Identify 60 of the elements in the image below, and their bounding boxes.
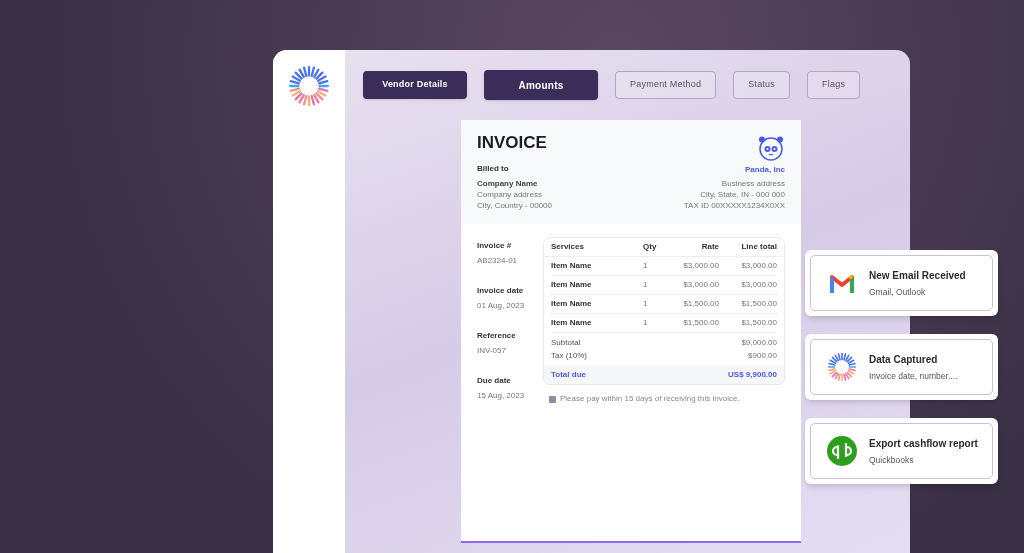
table-cell-text: 1 — [643, 260, 649, 272]
table-cell-text: 1 — [643, 279, 649, 291]
notification-subtitle: Quickbooks — [869, 453, 915, 467]
detail-value: INV-057 — [477, 345, 507, 357]
column-header: Rate — [700, 241, 719, 253]
table-cell-text: $3,000.00 — [682, 279, 719, 291]
invoice-title: INVOICE — [477, 134, 548, 151]
table-cell-text: Item Name — [551, 317, 593, 329]
notification-subtitle: Invoice date, number.... — [869, 369, 958, 383]
vendor-line: Business address — [721, 178, 785, 189]
total-label: Total due — [551, 368, 586, 381]
notification-title: Data Captured — [869, 352, 939, 367]
table-cell-text: $3,000.00 — [740, 279, 777, 291]
column-header: Line total — [740, 241, 777, 253]
detail-label: Due date — [477, 375, 512, 387]
logo-icon — [288, 65, 330, 107]
table-cell-text: Item Name — [551, 298, 593, 310]
sunburst-icon — [827, 352, 857, 382]
detail-label: Invoice # — [477, 240, 513, 252]
vendor-name: Panda, Inc — [745, 164, 785, 176]
billed-to-line: Company Name — [477, 178, 539, 189]
qb-logo-icon — [827, 436, 857, 466]
table-cell-text: Item Name — [551, 279, 593, 291]
table-cell-text: $1,500.00 — [682, 317, 719, 329]
table-cell-text: $3,000.00 — [682, 260, 719, 272]
notification-subtitle: Gmail, Outlook — [869, 285, 927, 299]
detail-value: 01 Aug, 2023 — [477, 300, 526, 312]
billed-to-line: Company address — [477, 189, 543, 200]
payment-note: Please pay within 15 days of receiving this invoice. — [560, 393, 740, 405]
detail-label: Reference — [477, 330, 517, 342]
table-cell-text: 1 — [643, 298, 649, 310]
vendor-line: TAX ID 00XXXXX1234X0XX — [683, 200, 785, 211]
column-header: Services — [551, 241, 585, 253]
panda-logo-icon — [757, 134, 785, 162]
column-header: Qty — [643, 241, 658, 253]
table-cell-text: $1,500.00 — [740, 317, 777, 329]
detail-label: Invoice date — [477, 285, 525, 297]
table-cell-text: 1 — [643, 317, 649, 329]
note-icon — [549, 395, 556, 403]
summary-label: Tax (10%) — [551, 349, 587, 362]
total-value: US$ 9,900.00 — [728, 368, 777, 381]
tab[interactable]: Status — [733, 71, 791, 99]
billed-to-line: City, Country - 00000 — [477, 200, 552, 211]
table-cell-text: Item Name — [551, 260, 593, 272]
table-cell-text: $1,500.00 — [740, 298, 777, 310]
tab[interactable]: Flags — [807, 71, 861, 99]
summary-value: $9,000.00 — [741, 336, 777, 349]
tab[interactable]: Payment Method — [615, 71, 717, 99]
table-cell-text: $3,000.00 — [740, 260, 777, 272]
notification-title: New Email Received — [869, 268, 966, 283]
detail-value: 15 Aug, 2023 — [477, 390, 526, 402]
tab[interactable]: Amounts — [484, 70, 598, 100]
notification-title: Export cashflow report — [869, 436, 978, 451]
summary-label: Subtotal — [551, 336, 581, 349]
vendor-line: City, State, IN - 000 000 — [700, 189, 785, 200]
tab[interactable]: Vendor Details — [363, 71, 467, 99]
billed-to-label: Billed to — [477, 163, 510, 175]
detail-value: AB2324-01 — [477, 255, 519, 267]
table-cell-text: $1,500.00 — [682, 298, 719, 310]
summary-value: $900.00 — [748, 349, 777, 362]
